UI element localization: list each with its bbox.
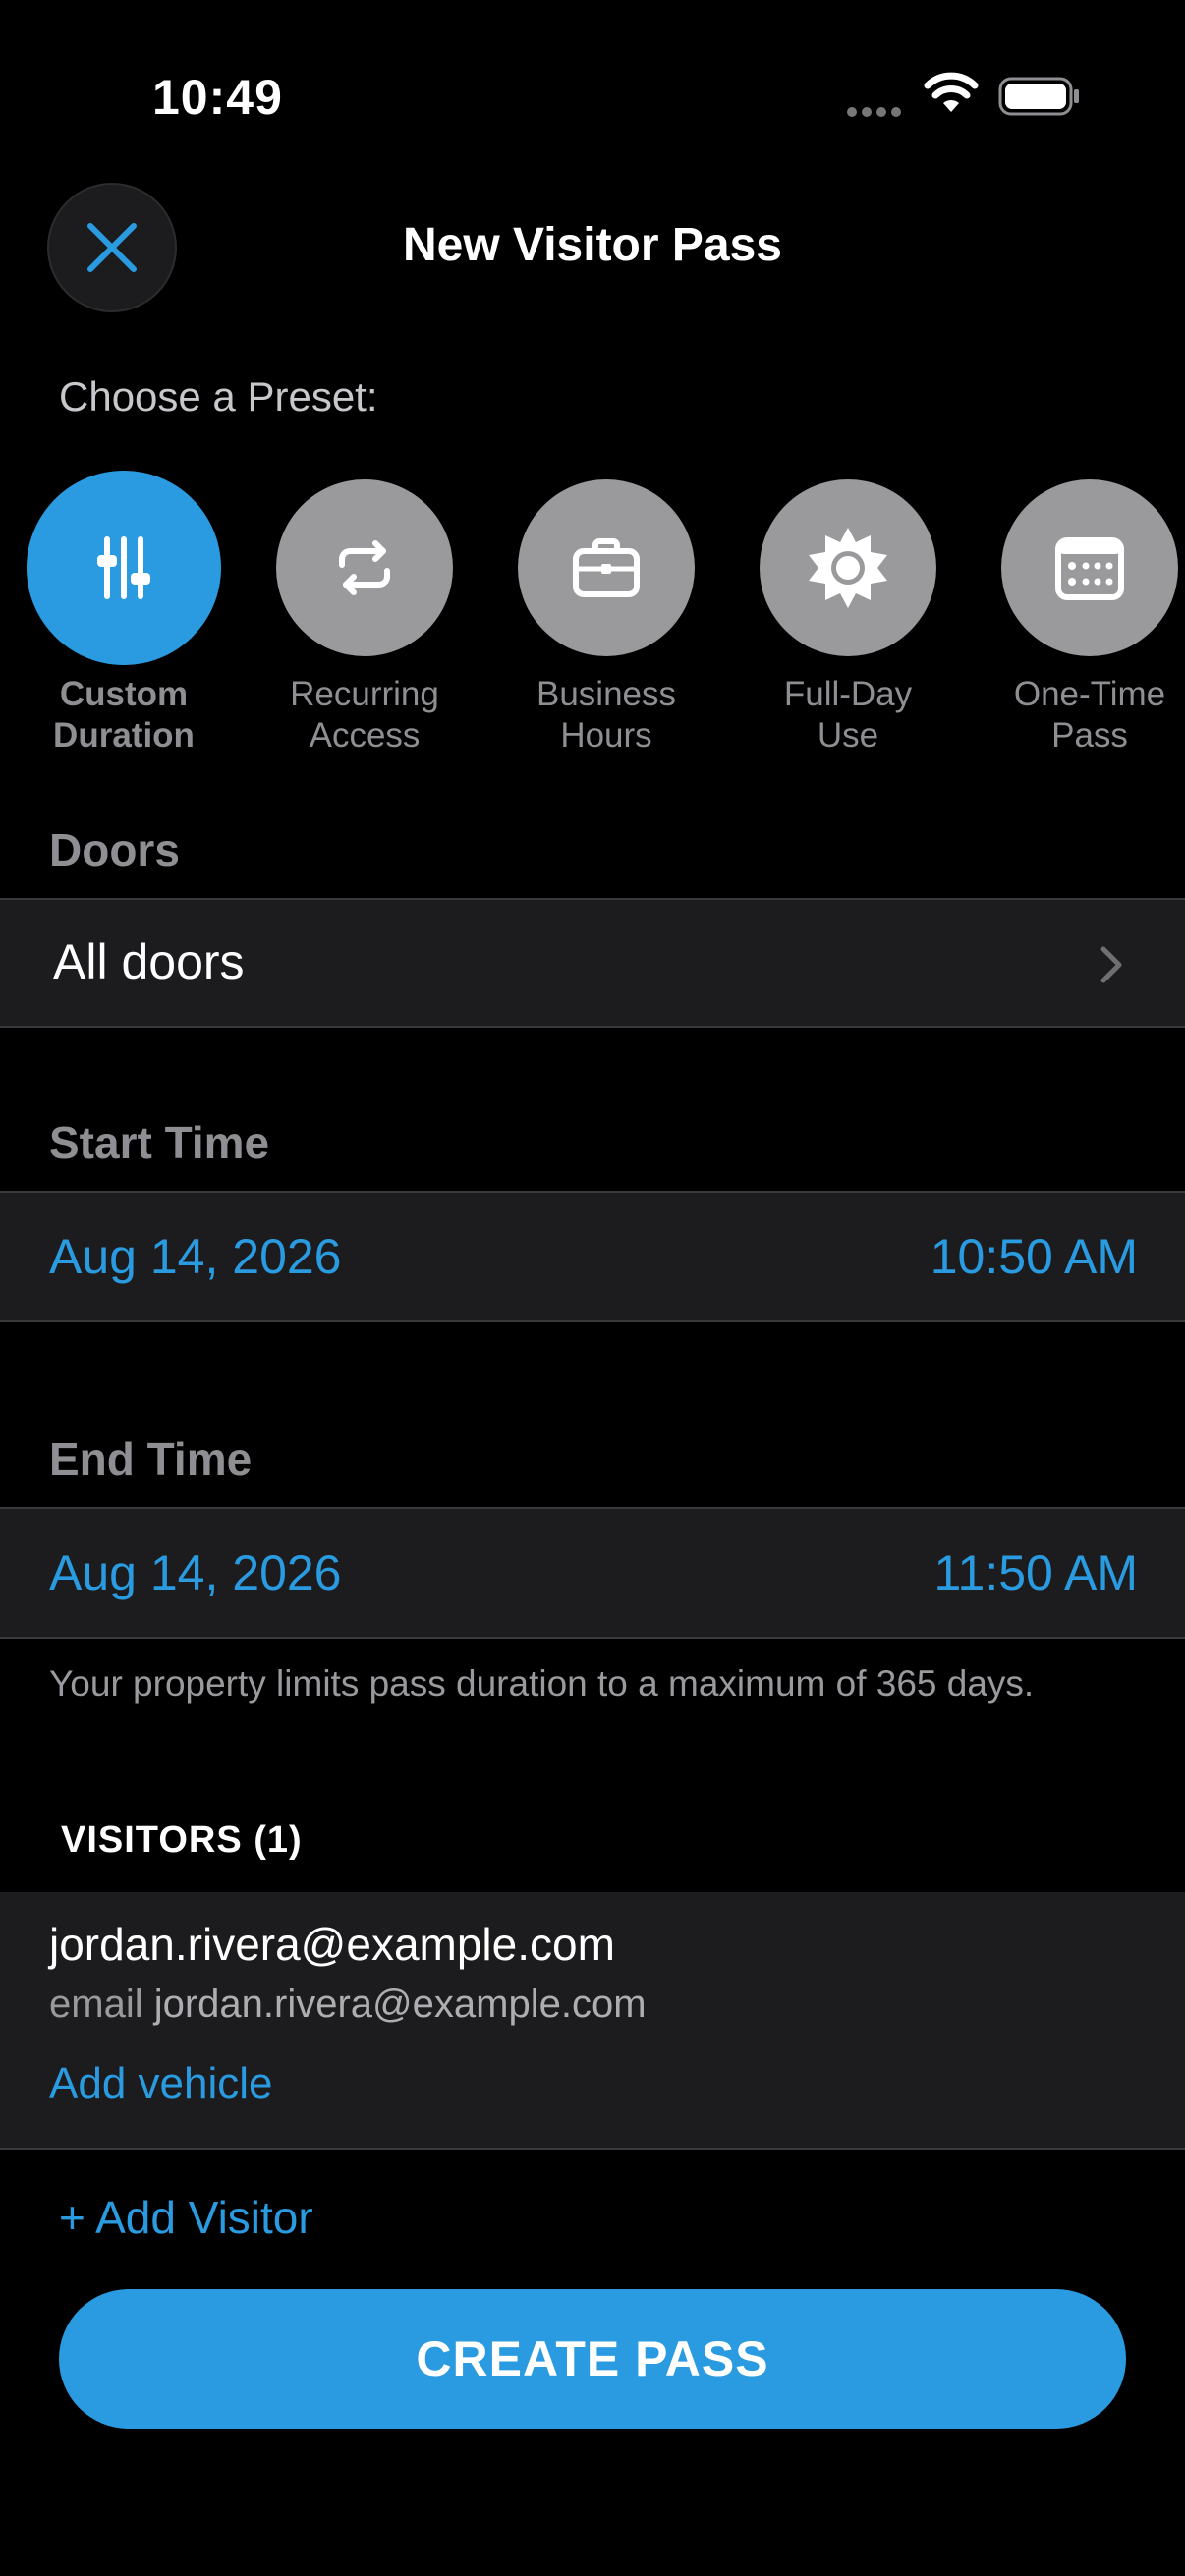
end-time-heading: End Time [49,1433,253,1484]
status-time: 10:49 [152,70,283,125]
preset-label-line2: Pass [1051,716,1128,755]
end-date[interactable]: Aug 14, 2026 [49,1544,342,1601]
preset-label-line1: One-Time [1013,675,1166,713]
start-time-row: Aug 14, 2026 10:50 AM [0,1191,1185,1322]
chevron-right-icon [1100,946,1122,983]
calendar-icon [1055,537,1124,600]
create-pass-button[interactable]: CREATE PASS [59,2289,1126,2429]
add-visitor-button[interactable]: + Add Visitor [59,2191,313,2244]
preset-one-time-pass[interactable]: One-Time Pass [982,479,1185,756]
visitor-contact: email jordan.rivera@example.com [49,1983,647,2027]
contact-value: jordan.rivera@example.com [153,1983,647,2026]
visitor-email: jordan.rivera@example.com [49,1919,615,1970]
start-time-heading: Start Time [49,1117,270,1168]
add-vehicle-link[interactable]: Add vehicle [49,2059,272,2108]
preset-label-line1: Business [536,675,677,713]
preset-full-day-use[interactable]: Full-Day Use [740,479,956,756]
visitor-card: jordan.rivera@example.com email jordan.r… [0,1892,1185,2150]
preset-label-line2: Duration [53,716,195,755]
start-time[interactable]: 10:50 AM [931,1228,1138,1285]
contact-type-label: email [49,1983,143,2026]
preset-recurring-access[interactable]: Recurring Access [256,479,473,756]
battery-icon [998,77,1081,116]
preset-label-line2: Use [817,716,879,755]
end-time-row: Aug 14, 2026 11:50 AM [0,1507,1185,1639]
preset-custom-duration[interactable]: Custom Duration [16,471,232,756]
preset-business-hours[interactable]: Business Hours [498,479,714,756]
duration-note: Your property limits pass duration to a … [49,1663,1035,1704]
doors-row[interactable]: All doors [0,898,1185,1028]
page-title: New Visitor Pass [403,219,782,271]
wifi-icon [924,71,979,116]
doors-heading: Doors [49,824,180,875]
preset-label-line2: Hours [560,716,652,755]
end-time[interactable]: 11:50 AM [933,1544,1138,1601]
preset-label-line2: Access [309,716,421,755]
signal-dots-icon [847,104,906,117]
briefcase-icon [573,538,640,597]
preset-label-line1: Custom [59,675,189,713]
visitors-heading: VISITORS (1) [61,1820,303,1861]
preset-label: Choose a Preset: [59,373,378,420]
preset-label-line1: Full-Day [783,675,913,713]
start-date[interactable]: Aug 14, 2026 [49,1228,342,1285]
sun-icon [809,528,887,608]
sliders-icon [97,536,150,599]
doors-value: All doors [53,934,245,989]
preset-label-line1: Recurring [290,675,439,713]
repeat-icon [339,540,390,595]
